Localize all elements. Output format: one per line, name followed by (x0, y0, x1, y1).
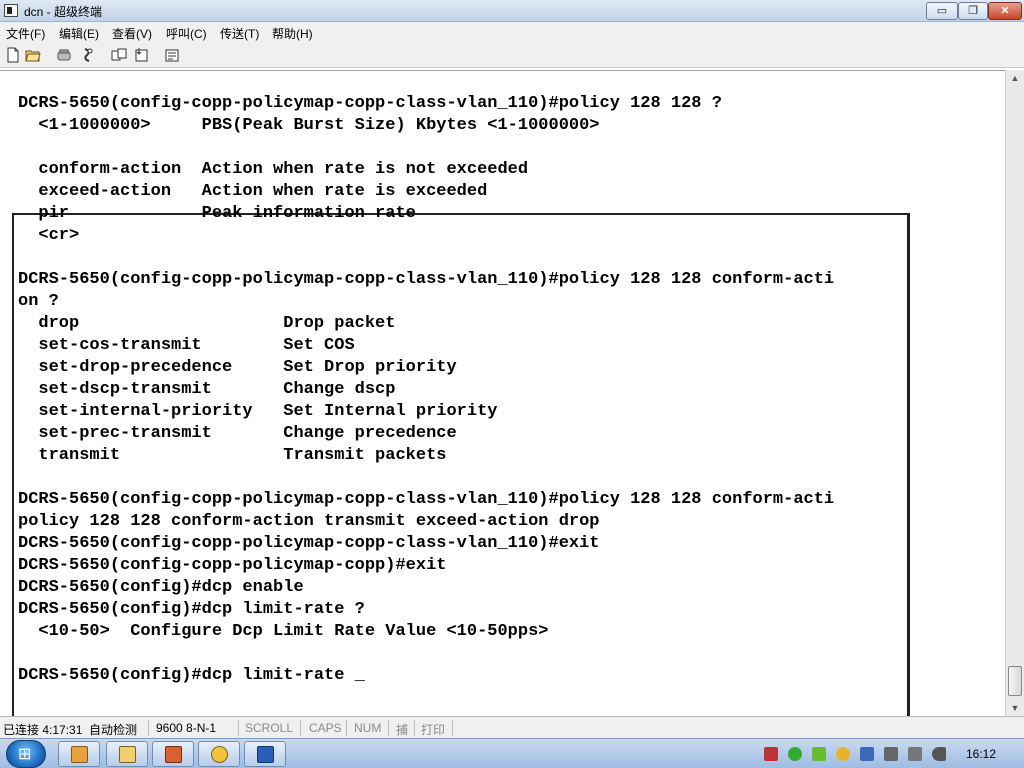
terminal-line: pir Peak information rate (18, 204, 416, 223)
receive-file-icon[interactable] (134, 47, 150, 63)
terminal-line: DCRS-5650(config-copp-policymap-copp-cla… (18, 270, 835, 289)
terminal-line: transmit Transmit packets (18, 446, 447, 465)
properties-icon[interactable] (164, 47, 180, 63)
terminal-line: set-prec-transmit Change precedence (18, 424, 457, 443)
detect-mode: 自动检测 (89, 723, 138, 737)
taskbar-explorer-button[interactable] (58, 741, 100, 767)
terminal-prompt-line[interactable]: DCRS-5650(config)#dcp limit-rate _ (18, 665, 365, 687)
terminal-line: set-drop-precedence Set Drop priority (18, 358, 457, 377)
terminal-line: conform-action Action when rate is not e… (18, 160, 529, 179)
menu-call[interactable]: 呼叫(C) (166, 25, 207, 42)
menu-file[interactable]: 文件(F) (6, 25, 45, 42)
taskbar: 16:12 (0, 738, 1024, 768)
terminal-line: DCRS-5650(config-copp-policymap-copp-cla… (18, 534, 600, 553)
menu-edit[interactable]: 编辑(E) (59, 25, 99, 42)
terminal-line: policy 128 128 conform-action transmit e… (18, 512, 600, 531)
taskbar-presentation-button[interactable] (152, 741, 194, 767)
folder-icon (119, 746, 136, 763)
scroll-up-arrow-icon[interactable]: ▲ (1006, 70, 1024, 86)
taskbar-clock[interactable]: 16:12 (966, 747, 996, 761)
close-button[interactable]: ✕ (988, 2, 1022, 20)
start-button[interactable] (6, 740, 46, 768)
terminal-line: DCRS-5650(config)#dcp enable (18, 578, 304, 597)
tray-usb-icon[interactable] (884, 747, 898, 761)
menu-transfer[interactable]: 传送(T) (220, 25, 259, 42)
terminal-line: DCRS-5650(config-copp-policymap-copp-cla… (18, 94, 722, 113)
connection-time: 已连接 4:17:31 (3, 723, 83, 737)
terminal-line: <1-1000000> PBS(Peak Burst Size) Kbytes … (18, 116, 600, 135)
baud-settings: 9600 8-N-1 (156, 721, 217, 735)
capture-indicator: 捕 (396, 723, 409, 737)
title-bar: dcn - 超级终端 ▭ ❐ ✕ (0, 0, 1024, 22)
tray-antivirus-icon[interactable] (788, 747, 802, 761)
print-indicator: 打印 (421, 723, 446, 737)
paint-icon (211, 746, 228, 763)
menu-help[interactable]: 帮助(H) (272, 25, 313, 42)
taskbar-paint-button[interactable] (198, 741, 240, 767)
terminal-line: <10-50> Configure Dcp Limit Rate Value <… (18, 622, 549, 641)
tray-shield-icon[interactable] (860, 747, 874, 761)
send-file-icon[interactable] (111, 47, 127, 63)
minimize-button[interactable]: ▭ (926, 2, 958, 20)
scroll-down-arrow-icon[interactable]: ▼ (1006, 700, 1024, 716)
word-icon (257, 746, 274, 763)
scrollbar-thumb[interactable] (1008, 666, 1022, 696)
tray-volume-icon[interactable] (932, 747, 946, 761)
maximize-button[interactable]: ❐ (958, 2, 988, 20)
new-file-icon[interactable] (5, 47, 21, 63)
terminal-line: DCRS-5650(config-copp-policymap-copp)#ex… (18, 556, 447, 575)
status-bar: 已连接 4:17:31 自动检测 9600 8-N-1 SCROLL CAPS … (0, 716, 1024, 738)
terminal-line: exceed-action Action when rate is exceed… (18, 182, 488, 201)
taskbar-word-button[interactable] (244, 741, 286, 767)
caps-lock-indicator: CAPS (309, 721, 342, 735)
explorer-icon (71, 746, 88, 763)
menu-view[interactable]: 查看(V) (112, 25, 152, 42)
menu-bar: 文件(F) 编辑(E) 查看(V) 呼叫(C) 传送(T) 帮助(H) (0, 22, 1024, 42)
window-title: dcn - 超级终端 (24, 5, 103, 19)
tray-flag-icon[interactable] (908, 747, 922, 761)
presentation-icon (165, 746, 182, 763)
taskbar-folder-button[interactable] (106, 741, 148, 767)
terminal-line: set-dscp-transmit Change dscp (18, 380, 396, 399)
open-folder-icon[interactable] (25, 47, 41, 63)
scroll-lock-indicator: SCROLL (245, 721, 294, 735)
terminal-line: on ? (18, 292, 59, 311)
tray-security-icon[interactable] (836, 747, 850, 761)
terminal-line: <cr> (18, 226, 80, 245)
terminal-line: set-cos-transmit Set COS (18, 336, 355, 355)
tray-nvidia-icon[interactable] (812, 747, 826, 761)
terminal-line: set-internal-priority Set Internal prior… (18, 402, 498, 421)
hyperterminal-app-icon[interactable] (4, 4, 18, 17)
num-lock-indicator: NUM (354, 721, 382, 735)
terminal-line: drop Drop packet (18, 314, 396, 333)
terminal-line: DCRS-5650(config)#dcp limit-rate ? (18, 600, 365, 619)
vertical-scrollbar[interactable]: ▲ ▼ (1005, 70, 1024, 716)
phone-call-icon[interactable] (56, 47, 72, 63)
terminal-line: DCRS-5650(config-copp-policymap-copp-cla… (18, 490, 835, 509)
disconnect-icon[interactable] (80, 47, 96, 63)
tray-network-icon[interactable] (764, 747, 778, 761)
toolbar (0, 42, 1024, 68)
